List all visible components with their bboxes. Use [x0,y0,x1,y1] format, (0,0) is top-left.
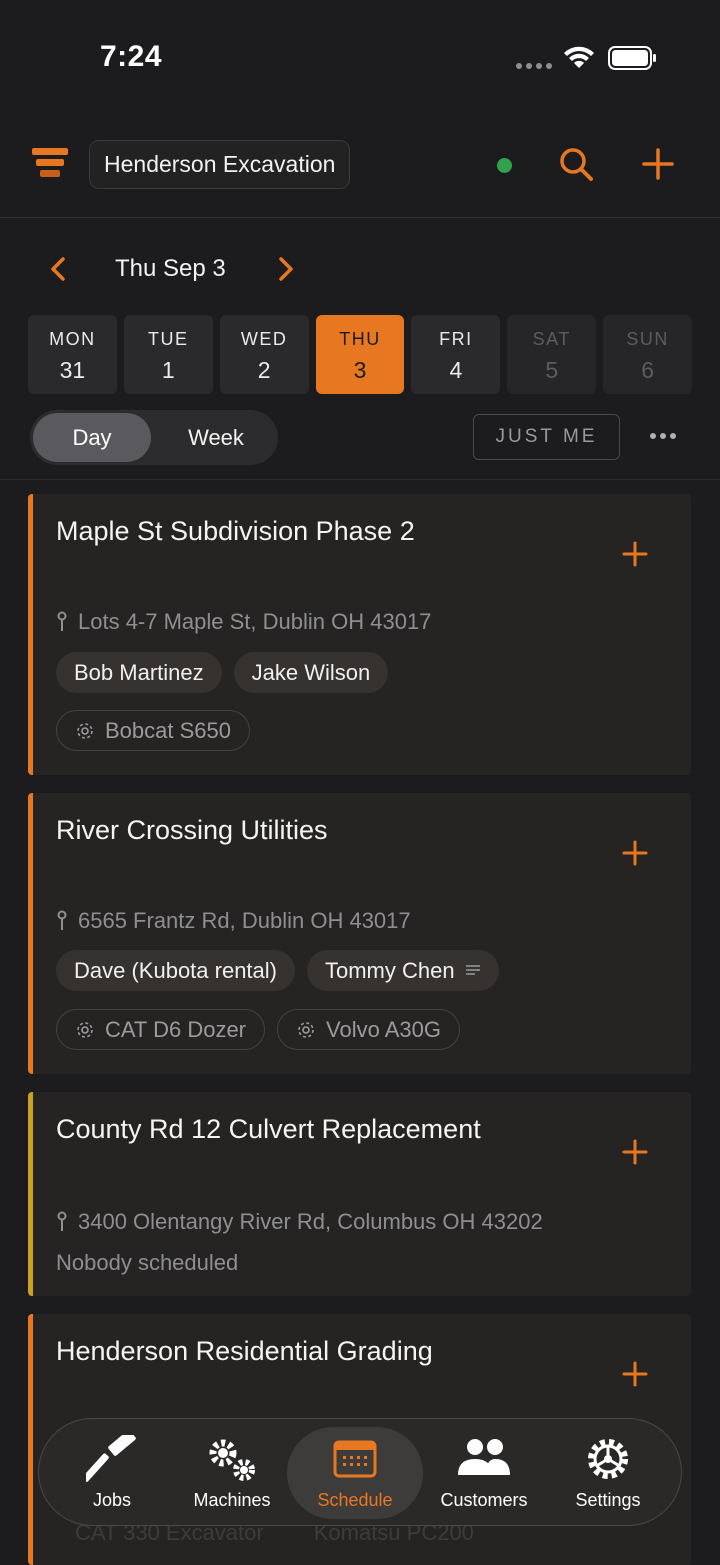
gears-icon [209,1439,255,1481]
job-card[interactable]: River Crossing Utilities 6565 Frantz Rd,… [28,793,691,1074]
calendar-icon [333,1440,377,1478]
day-name: FRI [439,329,473,349]
machine-list: Bobcat S650 [56,710,250,751]
tab-schedule[interactable]: Schedule [287,1427,423,1519]
tab-machines[interactable]: Machines [177,1419,287,1527]
day-name: TUE [148,329,189,349]
day-sat[interactable]: SAT 5 [507,315,597,394]
day-number: 6 [641,357,654,383]
crew-chip[interactable]: Jake Wilson [233,652,389,693]
tab-label: Jobs [92,1490,132,1510]
gear-icon [77,1021,93,1038]
add-icon[interactable] [621,1138,649,1166]
gear-icon [77,722,93,739]
day-name: SAT [532,329,571,349]
company-selector[interactable]: Henderson Excavation [89,140,351,189]
day-number: 4 [449,357,463,383]
tab-label: Schedule [317,1490,393,1510]
tab-label: Settings [575,1490,641,1510]
day-number: 1 [161,357,175,383]
day-name: MON [49,329,96,349]
address-text: Lots 4-7 Maple St, Dublin OH 43017 [78,609,432,634]
just-me-filter-button[interactable]: JUST ME [473,414,620,460]
machine-chip[interactable]: Bobcat S650 [56,710,250,751]
day-number: 5 [545,357,559,383]
chevron-left-icon[interactable] [44,254,74,284]
online-status-dot [497,158,512,173]
tab-label: Machines [193,1490,271,1510]
crew-label: Tommy Chen [325,958,455,983]
day-mon[interactable]: MON 31 [28,315,117,394]
day-fri[interactable]: FRI 4 [411,315,501,394]
job-address: 6565 Frantz Rd, Dublin OH 43017 [56,908,411,934]
machine-chip[interactable]: Volvo A30G [277,1009,460,1050]
tab-label: Customers [440,1490,528,1510]
day-name: THU [339,329,381,349]
unscheduled-label: Nobody scheduled [56,1250,239,1275]
day-tue[interactable]: TUE 1 [123,315,213,394]
add-icon[interactable] [621,540,649,568]
gear-icon [588,1439,628,1479]
machine-label: Bobcat S650 [105,718,231,743]
pin-icon [57,611,67,631]
address-text: 3400 Olentangy River Rd, Columbus OH 432… [78,1209,543,1234]
crew-list: Dave (Kubota rental) Tommy Chen [56,950,499,991]
status-bar: 7:24 [0,0,720,110]
crew-list: Bob Martinez Jake Wilson [56,652,389,693]
date-navigation: Thu Sep 3 [0,240,720,300]
machine-label: CAT D6 Dozer [105,1017,247,1042]
divider [0,479,720,480]
add-icon[interactable] [621,1360,649,1388]
machine-label: Volvo A30G [326,1017,441,1042]
current-date-label: Thu Sep 3 [115,255,226,282]
day-name: WED [240,329,288,349]
status-time: 7:24 [100,40,163,73]
crew-chip[interactable]: Tommy Chen [307,950,499,991]
job-address: 3400 Olentangy River Rd, Columbus OH 432… [56,1209,543,1235]
machine-list: CAT D6 Dozer Volvo A30G [56,1009,460,1050]
machine-chip[interactable]: CAT D6 Dozer [56,1009,266,1050]
signal-icon [516,63,552,69]
wifi-icon [564,46,594,68]
day-sun[interactable]: SUN 6 [603,315,693,394]
view-toggle: Day Week [30,410,278,465]
hammer-icon [86,1435,136,1482]
more-options-icon[interactable] [648,426,678,446]
chevron-right-icon[interactable] [270,254,300,284]
crew-chip[interactable]: Dave (Kubota rental) [56,950,295,991]
search-icon[interactable] [558,146,594,182]
address-text: 6565 Frantz Rd, Dublin OH 43017 [78,908,411,933]
job-card[interactable]: Maple St Subdivision Phase 2 Lots 4-7 Ma… [28,494,691,775]
tab-customers[interactable]: Customers [429,1419,539,1527]
battery-icon [608,46,656,70]
day-number: 3 [353,357,367,383]
add-icon[interactable] [621,839,649,867]
logo-icon[interactable] [32,148,68,178]
tab-settings[interactable]: Settings [553,1419,663,1527]
job-title: Maple St Subdivision Phase 2 [56,516,415,546]
day-number: 2 [257,357,271,383]
job-title: River Crossing Utilities [56,815,328,845]
people-icon [458,1439,510,1475]
gear-icon [298,1021,314,1038]
job-card[interactable]: County Rd 12 Culvert Replacement 3400 Ol… [28,1092,691,1296]
note-icon [465,964,480,975]
tab-bar: Jobs Machines Schedule Customers Setting… [38,1418,682,1526]
job-address: Lots 4-7 Maple St, Dublin OH 43017 [56,609,431,635]
day-number: 31 [59,357,86,383]
pin-icon [57,1211,67,1231]
job-title: County Rd 12 Culvert Replacement [56,1114,481,1144]
view-day-button[interactable]: Day [33,413,151,462]
pin-icon [57,910,67,930]
day-wed[interactable]: WED 2 [219,315,309,394]
day-name: SUN [626,329,669,349]
job-title: Henderson Residential Grading [56,1336,433,1366]
add-icon[interactable] [640,146,676,182]
view-week-button[interactable]: Week [158,413,274,462]
day-thu-selected[interactable]: THU 3 [315,315,405,394]
top-bar: Henderson Excavation [0,110,720,218]
tab-jobs[interactable]: Jobs [57,1419,167,1527]
crew-chip[interactable]: Bob Martinez [56,652,222,693]
week-strip: MON 31 TUE 1 WED 2 THU 3 FRI 4 SAT 5 SUN 6 [28,315,693,394]
